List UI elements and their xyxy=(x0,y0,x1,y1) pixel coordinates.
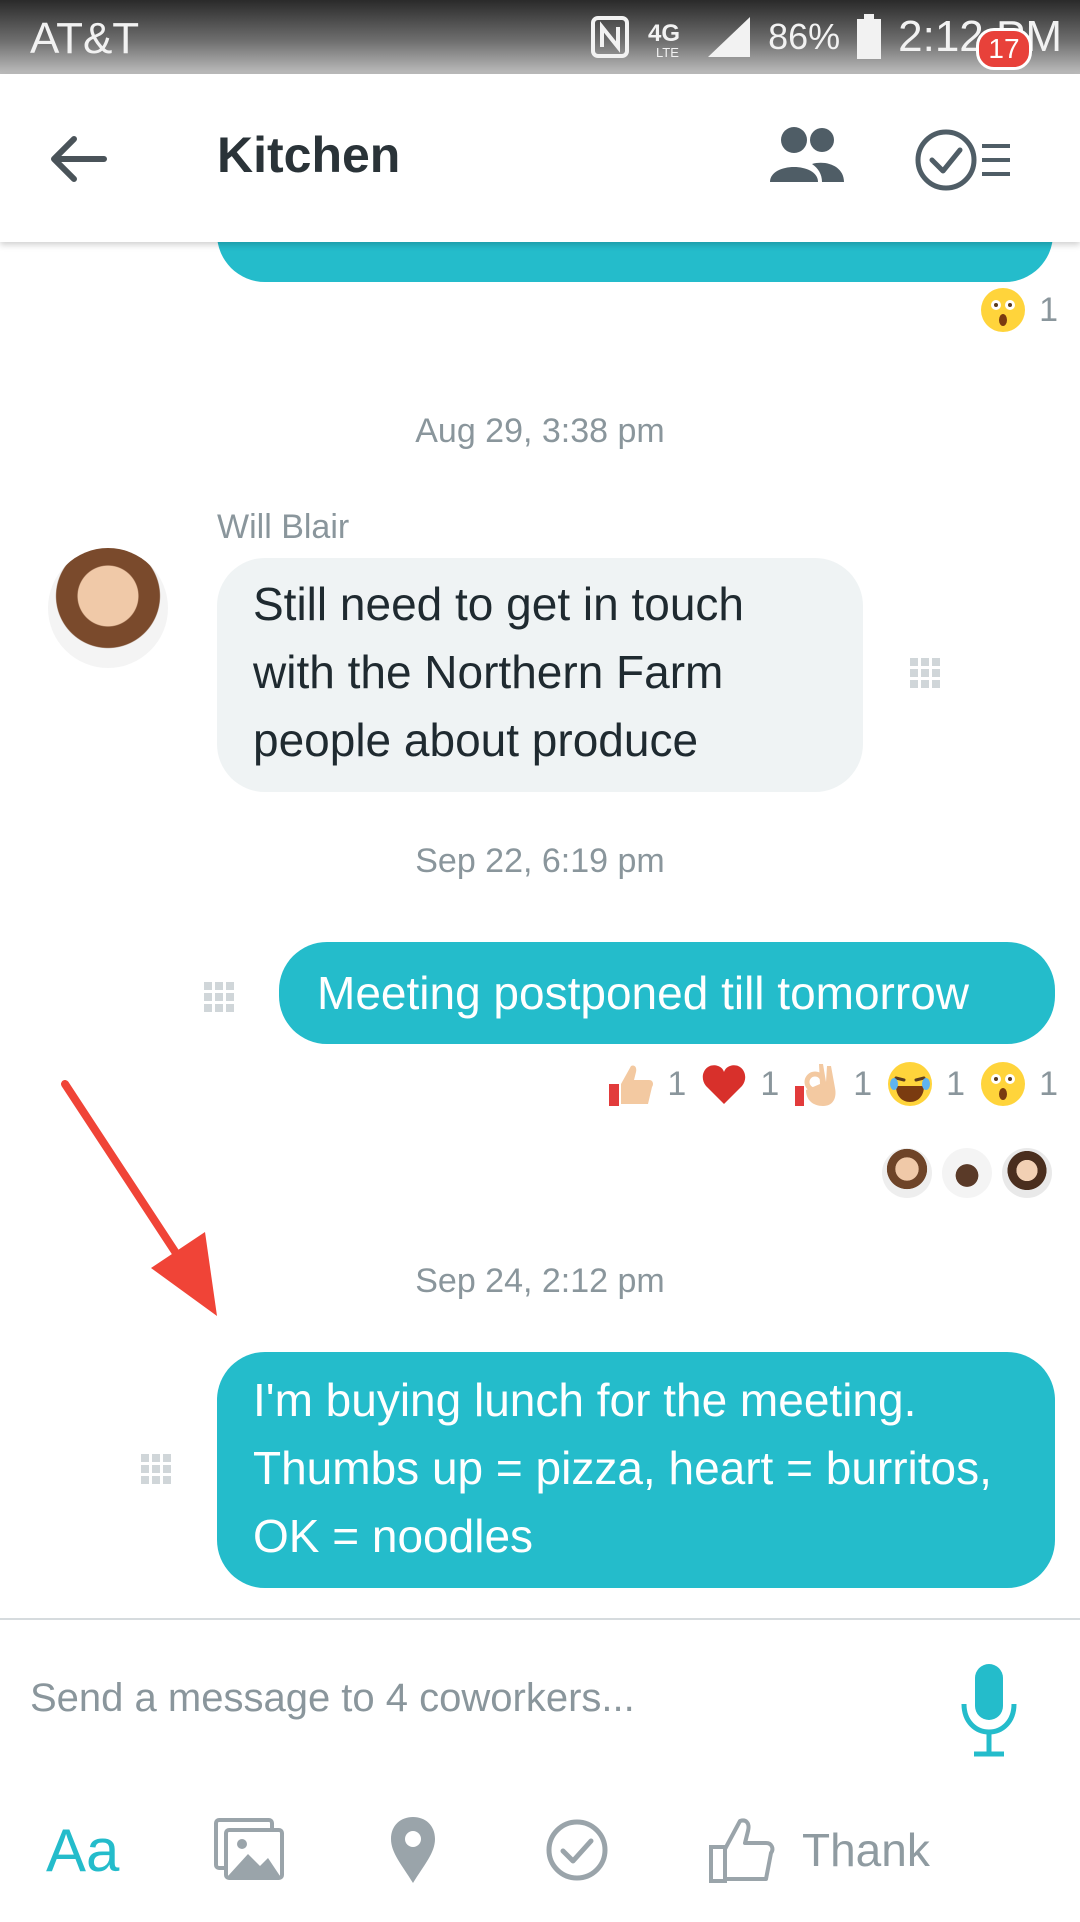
reaction-count: 1 xyxy=(1039,1064,1058,1103)
task-list-icon[interactable] xyxy=(914,118,1014,198)
outgoing-message-bubble[interactable]: Meeting postponed till tomorrow xyxy=(279,942,1055,1044)
status-bar: AT&T 4G LTE 86% 2:12 PM xyxy=(0,0,1080,74)
ok-hand-icon xyxy=(795,1064,836,1106)
image-gallery-icon xyxy=(214,1818,284,1880)
drag-handle-icon[interactable] xyxy=(908,656,942,690)
thumbs-up-icon xyxy=(609,1065,654,1106)
outgoing-message-bubble[interactable]: I'm buying lunch for the meeting. Thumbs… xyxy=(217,1352,1055,1588)
message-line: with the Northern Farm xyxy=(253,646,724,698)
message-input[interactable]: Send a message to 4 coworkers... xyxy=(30,1676,930,1721)
composer-toolbar: Aa Thank xyxy=(0,1800,1080,1900)
reaction-count: 1 xyxy=(853,1064,873,1103)
carrier-label: AT&T xyxy=(30,14,140,63)
message-timestamp: Sep 22, 6:19 pm xyxy=(415,842,665,880)
task-button[interactable] xyxy=(544,1800,610,1900)
back-arrow-icon[interactable] xyxy=(44,124,114,194)
reader-avatar xyxy=(1002,1148,1052,1198)
reader-avatar xyxy=(882,1148,932,1198)
location-pin-icon xyxy=(391,1817,435,1883)
nfc-icon xyxy=(591,16,630,58)
previous-message-bubble[interactable] xyxy=(217,242,1053,282)
message-line: OK = noodles xyxy=(253,1510,534,1562)
reader-avatar xyxy=(942,1148,992,1198)
reaction-ok-hand[interactable]: 1 xyxy=(793,1060,872,1108)
message-timestamp: Aug 29, 3:38 pm xyxy=(415,412,665,450)
drag-handle-icon[interactable] xyxy=(139,1452,173,1486)
surprised-face-icon xyxy=(981,288,1026,332)
battery-icon xyxy=(857,14,882,59)
reaction-surprised[interactable]: 1 xyxy=(979,286,1058,334)
app-header: Kitchen xyxy=(0,74,1080,242)
message-line: people about produce xyxy=(253,714,699,766)
message-line: Thumbs up = pizza, heart = burritos, xyxy=(253,1442,992,1494)
reaction-heart[interactable]: 1 xyxy=(700,1060,779,1108)
photo-button[interactable] xyxy=(214,1800,284,1900)
reaction-count: 1 xyxy=(1039,290,1058,329)
page-title: Kitchen xyxy=(217,127,401,183)
location-button[interactable] xyxy=(388,1800,438,1900)
microphone-icon[interactable] xyxy=(958,1660,1020,1760)
reaction-thumbs-up[interactable]: 1 xyxy=(607,1060,686,1108)
message-line: I'm buying lunch for the meeting. xyxy=(253,1374,917,1426)
reaction-surprised[interactable]: 1 xyxy=(979,1060,1058,1108)
message-reactions: 1 1 1 1 1 xyxy=(593,1060,1058,1108)
message-line: Still need to get in touch xyxy=(253,578,744,630)
reaction-count: 1 xyxy=(667,1064,687,1103)
sender-name: Will Blair xyxy=(217,508,350,546)
reaction-count: 1 xyxy=(946,1064,966,1103)
sender-avatar[interactable] xyxy=(48,548,168,668)
incoming-message-bubble[interactable]: Still need to get in touch with the Nort… xyxy=(217,558,863,792)
checkmark-circle-icon xyxy=(546,1819,608,1881)
message-composer: Send a message to 4 coworkers... Aa Than… xyxy=(0,1618,1080,1922)
signal-icon xyxy=(708,17,751,57)
people-icon[interactable] xyxy=(768,124,844,186)
svg-text:LTE: LTE xyxy=(656,45,679,59)
network-4g-lte-icon: 4G LTE xyxy=(648,20,680,59)
message-list[interactable]: 1 Aug 29, 3:38 pm Will Blair Still need … xyxy=(0,242,1080,1618)
surprised-face-icon xyxy=(981,1062,1026,1106)
heart-icon xyxy=(703,1065,746,1104)
thumbs-up-outline-icon xyxy=(709,1818,775,1883)
laughing-face-icon xyxy=(888,1062,933,1106)
text-format-button[interactable]: Aa xyxy=(46,1800,119,1900)
task-count-badge: 17 xyxy=(976,28,1032,70)
reaction-laughing[interactable]: 1 xyxy=(886,1060,965,1108)
previous-message-reactions: 1 xyxy=(965,286,1058,334)
drag-handle-icon[interactable] xyxy=(202,980,236,1014)
reaction-count: 1 xyxy=(760,1064,780,1103)
read-receipts xyxy=(882,1148,1052,1198)
thank-button[interactable]: Thank xyxy=(708,1800,930,1900)
annotation-arrow-icon xyxy=(61,1080,217,1316)
message-text: Meeting postponed till tomorrow xyxy=(317,967,969,1019)
thank-label: Thank xyxy=(802,1824,930,1876)
battery-percent: 86% xyxy=(768,16,841,57)
svg-text:4G: 4G xyxy=(648,20,680,47)
